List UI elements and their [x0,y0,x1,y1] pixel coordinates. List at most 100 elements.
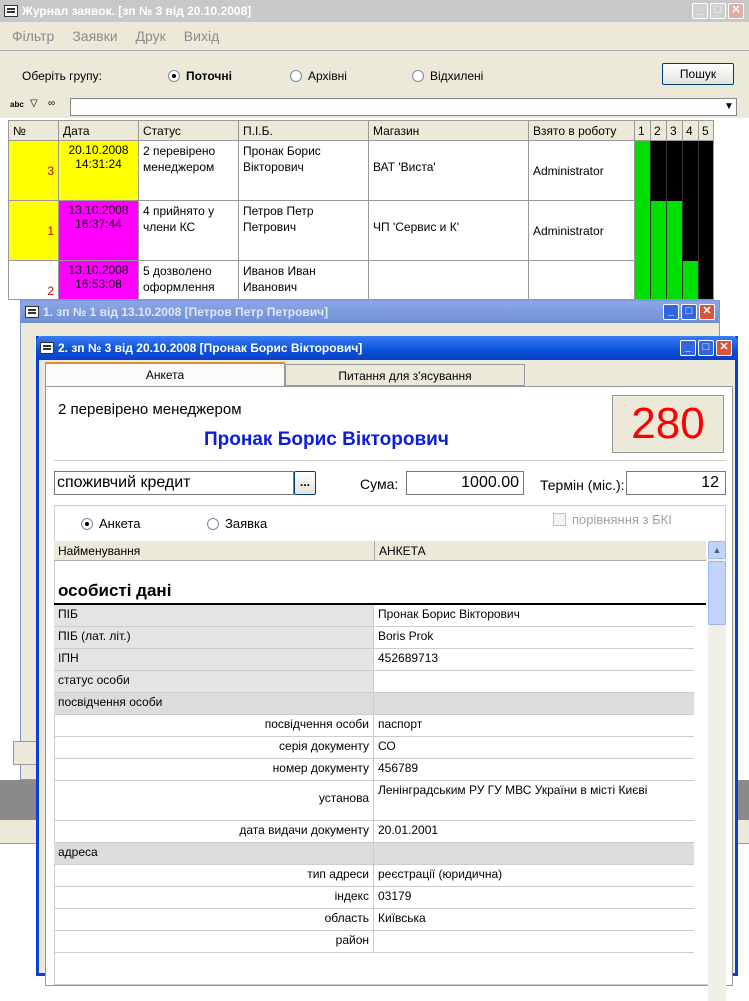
form-row-value[interactable]: 452689713 [374,649,694,670]
tab-anketa[interactable]: Анкета [45,362,285,386]
group-label: Оберіть групу: [22,69,102,83]
window-2-title: 2. зп № 3 від 20.10.2008 [Пронак Борис В… [58,341,363,355]
form-row-label: посвідчення особи [54,693,374,714]
minimize-icon[interactable]: _ [663,304,679,320]
window-icon [40,342,54,354]
form-row[interactable]: статус особи [54,671,694,693]
col-header-stage-3[interactable]: 3 [667,121,683,141]
form-row[interactable]: адреса [54,843,694,865]
radio-archive[interactable]: Архівні [290,69,347,83]
maximize-icon[interactable]: □ [710,3,726,19]
bki-compare-label: порівняння з БКІ [572,512,672,527]
form-row-value[interactable]: 03179 [374,887,694,908]
form-row-value[interactable]: реєстрації (юридична) [374,865,694,886]
scroll-up-button[interactable]: ▲ [708,541,726,559]
form-row[interactable]: установа Ленінградським РУ ГУ МВС України… [54,781,694,821]
table-row[interactable]: 3 20.10.2008 14:31:24 2 перевірено менеджер… [9,141,713,201]
abc-sort-icon[interactable]: abc [10,100,24,109]
form-row-value[interactable] [374,671,694,692]
form-row[interactable]: дата видачи документу 20.01.2001 [54,821,694,843]
radio-icon [81,518,93,530]
filter-combobox[interactable] [70,98,737,116]
form-row[interactable]: посвідчення особи [54,693,694,715]
col-header-name[interactable]: П.І.Б. [239,121,369,141]
form-row-value[interactable]: Київська [374,909,694,930]
form-row-value[interactable]: 456789 [374,759,694,780]
form-row-label: адреса [54,843,374,864]
term-field[interactable]: 12 [626,471,726,495]
form-row-value[interactable]: Boris Prok [374,627,694,648]
search-button[interactable]: Пошук [662,63,734,85]
form-row[interactable]: номер документу 456789 [54,759,694,781]
col-header-stage-5[interactable]: 5 [699,121,713,141]
cell-stage-4 [683,201,699,261]
radio-current[interactable]: Поточні [168,69,232,83]
col-header-shop[interactable]: Магазин [369,121,529,141]
checkbox-icon [553,513,566,526]
window-1-titlebar: 1. зп № 1 від 13.10.2008 [Петров Петр Пе… [21,301,719,323]
cell-date: 13.10.2008 16:53:08 [59,261,139,299]
table-row[interactable]: 2 13.10.2008 16:53:08 5 дозволено оформленн… [9,261,713,299]
menu-requests[interactable]: Заявки [72,28,117,44]
form-row-value[interactable] [374,843,694,864]
form-row-value[interactable]: Пронак Борис Вікторович [374,605,694,626]
product-browse-button[interactable]: ... [294,471,316,495]
form-row-label: індекс [54,887,374,908]
form-row[interactable]: ПІБ Пронак Борис Вікторович [54,605,694,627]
form-row-label: ІПН [54,649,374,670]
minimize-icon[interactable]: _ [680,340,696,356]
form-row[interactable]: ПІБ (лат. літ.) Boris Prok [54,627,694,649]
col-header-item[interactable]: Найменування [58,544,370,558]
close-icon[interactable]: ✕ [728,3,744,19]
sum-field[interactable]: 1000.00 [406,471,524,495]
form-row[interactable]: посвідчення особи паспорт [54,715,694,737]
col-header-stage-2[interactable]: 2 [651,121,667,141]
cell-taken: Administrator [529,141,635,201]
form-row-value[interactable]: 20.01.2001 [374,821,694,842]
scroll-thumb[interactable] [708,561,726,625]
form-row-value[interactable]: СО [374,737,694,758]
form-row-label: дата видачи документу [54,821,374,842]
form-row[interactable]: тип адреси реєстрації (юридична) [54,865,694,887]
form-row-value[interactable]: паспорт [374,715,694,736]
form-row-label: серія документу [54,737,374,758]
cell-stage-2 [651,201,667,261]
minimize-icon[interactable]: _ [692,3,708,19]
col-header-stage-4[interactable]: 4 [683,121,699,141]
cell-stage-1 [635,141,651,201]
col-header-status[interactable]: Статус [139,121,239,141]
maximize-icon[interactable]: □ [698,340,714,356]
menu-filter[interactable]: Фільтр [12,28,54,44]
chevron-down-icon[interactable]: ▼ [721,98,737,116]
col-header-taken[interactable]: Взято в роботу [529,121,635,141]
product-field[interactable]: споживчий кредит [54,471,294,495]
bki-compare-checkbox[interactable]: порівняння з БКІ [553,512,672,527]
binoculars-icon[interactable]: ∞ [48,98,55,109]
close-icon[interactable]: ✕ [699,304,715,320]
form-row[interactable]: область Київська [54,909,694,931]
maximize-icon[interactable]: □ [681,304,697,320]
menu-print[interactable]: Друк [136,28,166,44]
form-row-value[interactable]: Ленінградським РУ ГУ МВС України в місті… [374,781,694,820]
close-icon[interactable]: ✕ [716,340,732,356]
col-header-date[interactable]: Дата [59,121,139,141]
tab-questions[interactable]: Питання для з'ясування [285,364,525,386]
radio-view-request[interactable]: Заявка [207,516,267,531]
col-header-anketa[interactable]: АНКЕТА [374,541,706,560]
radio-view-anketa[interactable]: Анкета [81,516,141,531]
form-row[interactable]: серія документу СО [54,737,694,759]
status-text: 2 перевірено менеджером [58,401,242,418]
col-header-num[interactable]: № [9,121,59,141]
window-icon [25,306,39,318]
form-row-value[interactable] [374,931,694,952]
abc-filter-icon[interactable]: ▽ [30,98,38,109]
table-row[interactable]: 1 13.10.2008 16:37:44 4 прийнято у члени КС… [9,201,713,261]
radio-rejected[interactable]: Відхилені [412,69,483,83]
col-header-stage-1[interactable]: 1 [635,121,651,141]
form-row[interactable]: район [54,931,694,953]
form-row[interactable]: ІПН 452689713 [54,649,694,671]
vertical-scrollbar[interactable]: ▲ [708,541,726,1001]
form-row[interactable]: індекс 03179 [54,887,694,909]
menu-exit[interactable]: Вихід [184,28,219,44]
form-row-value[interactable] [374,693,694,714]
